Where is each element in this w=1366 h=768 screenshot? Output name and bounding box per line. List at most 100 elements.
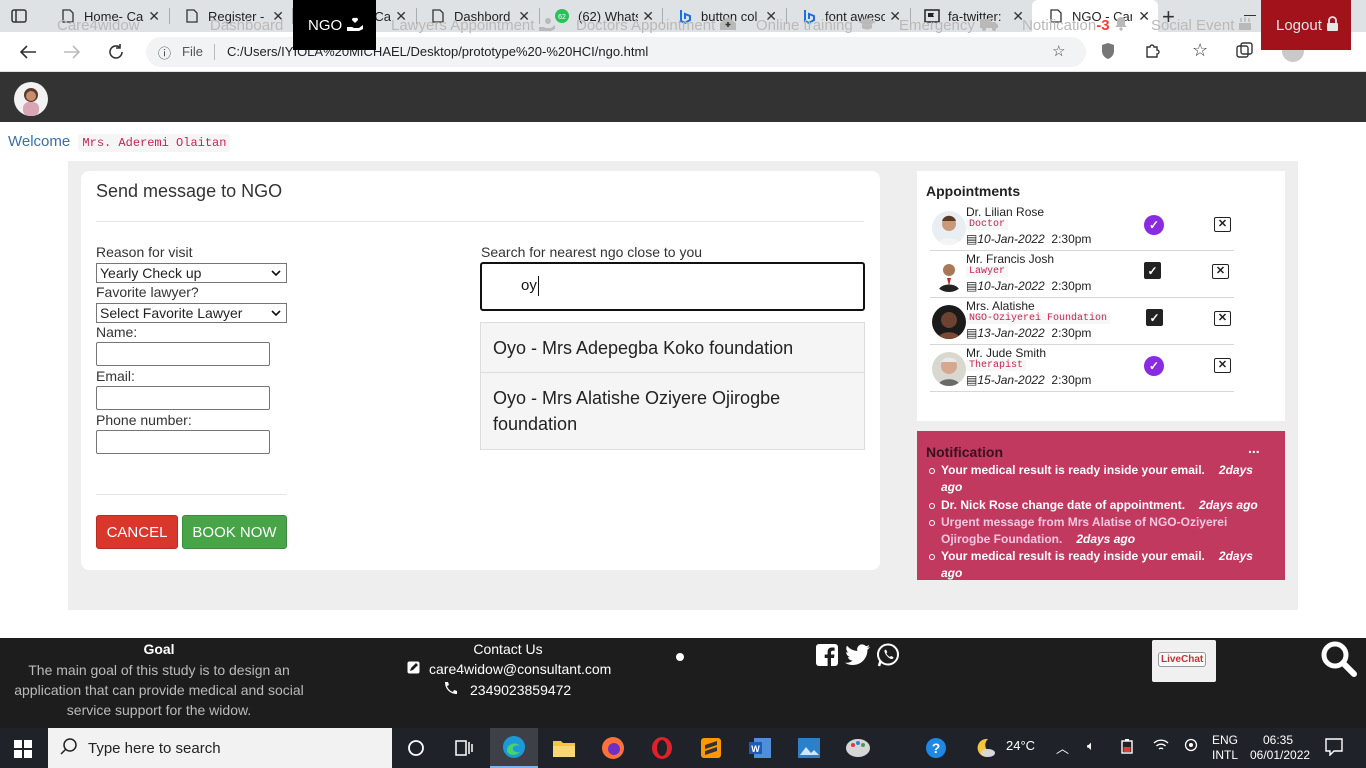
phone-field[interactable] xyxy=(96,430,270,454)
calendar-icon: ▤ xyxy=(966,232,978,246)
twitter-icon[interactable] xyxy=(845,643,871,669)
nav-label: Social Event xyxy=(1151,16,1235,34)
windows-start-icon[interactable] xyxy=(14,740,32,763)
nav-online-training[interactable]: Online training xyxy=(756,0,877,50)
footer-email-text: care4widow@consultant.com xyxy=(429,661,612,677)
notification-item[interactable]: Dr. Nick Rose change date of appointment… xyxy=(929,497,1271,514)
action-center-icon[interactable] xyxy=(1325,738,1343,761)
search-result-item[interactable]: Oyo - Mrs Alatishe Oziyere Ojirogbe foun… xyxy=(480,372,865,450)
ngo-search-label: Search for nearest ngo close to you xyxy=(481,244,703,260)
appointment-name: Mrs. Alatishe xyxy=(966,299,1035,313)
language-indicator[interactable]: ENG INTL xyxy=(1212,733,1238,763)
close-tab-icon[interactable]: ✕ xyxy=(1138,8,1150,25)
taskbar-clock[interactable]: 06:35 06/01/2022 xyxy=(1250,733,1310,763)
close-tab-icon[interactable]: ✕ xyxy=(148,8,160,25)
info-icon[interactable]: ⓘ xyxy=(158,43,171,62)
welcome-label: Welcome xyxy=(8,133,71,150)
nav-social-event[interactable]: Social Event xyxy=(1151,0,1252,50)
notification-item-link[interactable]: Urgent message from Mrs Alatise of NGO-O… xyxy=(929,514,1271,548)
nav-label: Doctors Appointment xyxy=(576,16,716,34)
nav-logout[interactable]: Logout xyxy=(1261,0,1351,50)
nav-label: Emergency xyxy=(899,16,975,34)
favorite-lawyer-select[interactable]: Select Favorite Lawyer xyxy=(96,303,287,323)
weather-temp[interactable]: 24°C xyxy=(1006,738,1035,753)
help-icon[interactable]: ? xyxy=(925,737,947,764)
livechat-widget[interactable]: LiveChat xyxy=(1152,640,1216,682)
nav-label: Logout xyxy=(1276,16,1322,34)
form-divider xyxy=(96,494,287,495)
cancel-appointment-icon[interactable]: ✕ xyxy=(1214,217,1231,232)
email-field[interactable] xyxy=(96,386,270,410)
ngo-search-input[interactable]: oy xyxy=(480,262,865,311)
footer-goal-title: Goal xyxy=(143,641,175,657)
sublime-text-icon[interactable] xyxy=(687,728,735,768)
paint-icon[interactable] xyxy=(834,728,882,768)
taskbar-search-box[interactable]: Type here to search xyxy=(48,728,392,768)
battery-icon[interactable] xyxy=(1120,738,1134,757)
appointment-datetime: ▤10-Jan-2022 2:30pm xyxy=(966,232,1092,246)
network-icon[interactable] xyxy=(1184,738,1198,755)
wifi-icon[interactable] xyxy=(1153,738,1169,755)
back-icon[interactable] xyxy=(14,40,42,64)
task-view-icon[interactable] xyxy=(440,728,488,768)
welcome-line: Welcome Mrs. Aderemi Olaitan xyxy=(8,133,231,152)
opera-icon[interactable] xyxy=(638,728,686,768)
appointment-role: NGO-Oziyerei Foundation xyxy=(966,313,1111,324)
word-icon[interactable]: W xyxy=(736,728,784,768)
footer-goal-text: The main goal of this study is to design… xyxy=(14,662,304,718)
verified-check-icon[interactable]: ✓ xyxy=(1144,356,1164,376)
svg-text:?: ? xyxy=(932,740,941,756)
footer-bullet xyxy=(676,653,684,661)
whatsapp-icon[interactable] xyxy=(876,643,902,669)
nav-doctors-appointment[interactable]: Doctors Appointment xyxy=(576,0,737,50)
book-now-button[interactable]: BOOK NOW xyxy=(182,515,287,549)
cortana-icon[interactable] xyxy=(392,728,440,768)
language-code: ENG xyxy=(1212,733,1239,747)
taskbar-search-placeholder: Type here to search xyxy=(88,740,221,757)
cancel-button[interactable]: CANCEL xyxy=(96,515,178,549)
nav-lawyers-appointment[interactable]: Lawyers Appointment xyxy=(391,0,556,50)
footer-phone[interactable]: 2349023859472 xyxy=(444,681,571,698)
appointment-row: Mr. Jude Smith Therapist ▤15-Jan-2022 2:… xyxy=(930,346,1234,392)
lawyer-label: Favorite lawyer? xyxy=(96,284,199,300)
hand-holding-icon xyxy=(538,17,556,34)
cancel-appointment-icon[interactable]: ✕ xyxy=(1214,311,1231,326)
nav-dashboard[interactable]: Dashboard xyxy=(210,0,283,50)
file-explorer-icon[interactable] xyxy=(540,728,588,768)
notification-more-icon[interactable]: ... xyxy=(1248,440,1260,456)
nav-notification[interactable]: Notification -3 xyxy=(1022,0,1128,50)
weather-moon-icon[interactable] xyxy=(974,737,996,764)
name-field[interactable] xyxy=(96,342,270,366)
footer-email[interactable]: care4widow@consultant.com xyxy=(407,661,611,677)
verified-check-icon[interactable]: ✓ xyxy=(1144,215,1164,235)
photos-icon[interactable] xyxy=(785,728,833,768)
lock-icon xyxy=(1326,16,1339,34)
firefox-icon[interactable] xyxy=(589,728,637,768)
reason-label: Reason for visit xyxy=(96,244,193,260)
text-cursor xyxy=(538,276,539,296)
chevron-up-icon[interactable]: ︿ xyxy=(1056,738,1069,757)
facebook-icon[interactable] xyxy=(815,643,841,669)
notification-item[interactable]: Your medical result is ready inside your… xyxy=(929,548,1271,582)
brand-name[interactable]: Care4widow xyxy=(57,0,140,50)
user-name: Mrs. Aderemi Olaitan xyxy=(78,134,231,152)
edge-browser-icon[interactable] xyxy=(490,728,538,768)
notification-item[interactable]: Your medical result is ready inside your… xyxy=(929,462,1271,496)
checked-box-icon[interactable]: ✓ xyxy=(1144,262,1161,279)
nav-ngo[interactable]: NGO xyxy=(293,0,376,50)
search-icon[interactable] xyxy=(1320,640,1358,678)
cancel-appointment-icon[interactable]: ✕ xyxy=(1214,358,1231,373)
search-result-item[interactable]: Oyo - Mrs Adepegba Koko foundation xyxy=(480,322,865,373)
appointments-title: Appointments xyxy=(926,183,1021,199)
volume-icon[interactable]: 🔈︎ xyxy=(1087,738,1095,754)
nav-emergency[interactable]: Emergency xyxy=(899,0,999,50)
card-divider xyxy=(96,221,864,222)
livechat-label: LiveChat xyxy=(1158,652,1207,667)
cancel-appointment-icon[interactable]: ✕ xyxy=(1212,264,1229,279)
notification-title: Notification xyxy=(926,444,1003,460)
checked-box-icon[interactable]: ✓ xyxy=(1146,309,1163,326)
reason-select[interactable]: Yearly Check up xyxy=(96,263,287,283)
birthday-cake-icon xyxy=(1238,16,1252,34)
appointment-row: Mr. Francis Josh Lawyer ▤10-Jan-2022 2:3… xyxy=(930,252,1234,298)
tab-actions-icon[interactable] xyxy=(10,7,30,25)
